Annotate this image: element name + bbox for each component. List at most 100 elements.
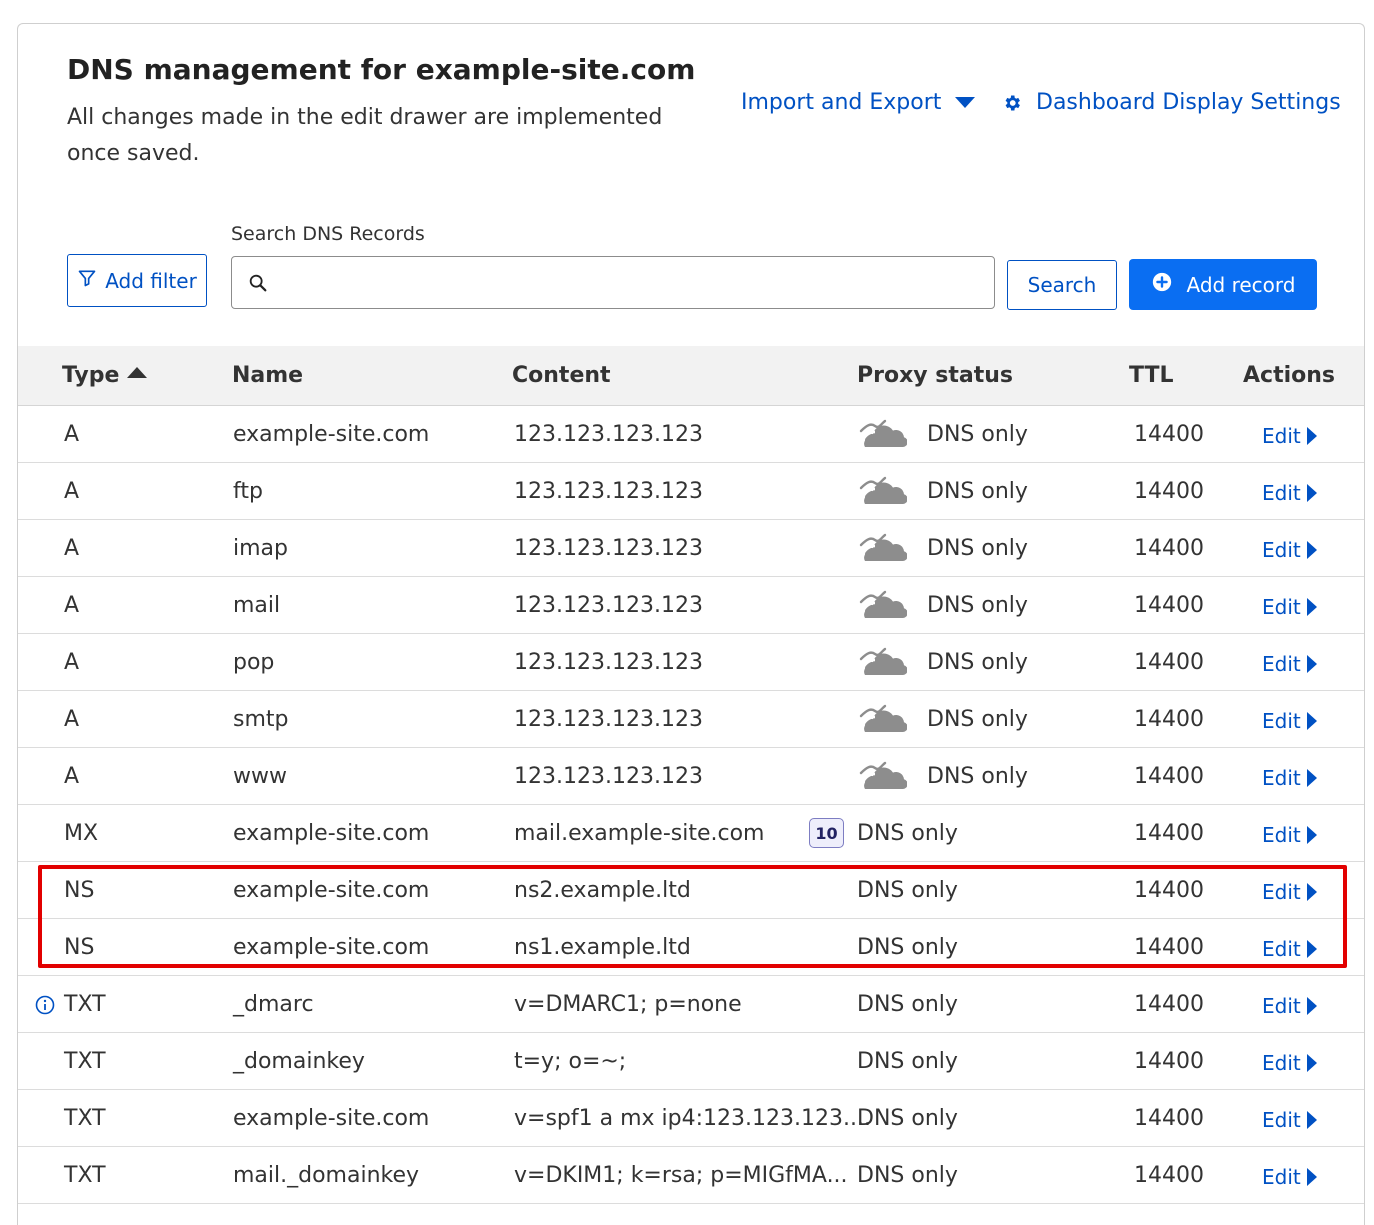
record-name: mail [233,593,281,618]
record-ttl: 14400 [1134,935,1204,960]
record-content: t=y; o=~; [514,1049,627,1074]
record-ttl: 14400 [1134,707,1204,732]
record-name: smtp [233,707,289,732]
edit-record-button[interactable]: Edit [1262,652,1317,676]
edit-record-button[interactable]: Edit [1262,595,1317,619]
proxy-status-label: DNS only [857,934,958,960]
caret-right-icon [1306,940,1317,958]
edit-label: Edit [1262,481,1301,505]
proxy-status: DNS only [857,530,1028,566]
table-row: Apop 123.123.123.123 DNS only 14400 Edit [18,634,1364,691]
record-ttl: 14400 [1134,536,1204,561]
edit-label: Edit [1262,709,1301,733]
edit-record-button[interactable]: Edit [1262,766,1317,790]
table-row: TXT _dmarc v=DMARC1; p=none DNS only 14400 Ed… [18,976,1364,1033]
dns-only-cloud-icon [857,704,907,734]
edit-label: Edit [1262,1165,1301,1189]
dns-only-cloud-icon [857,476,907,506]
proxy-status-label: DNS only [927,649,1028,675]
record-content: 123.123.123.123 [514,650,703,675]
proxy-status: DNS only [857,473,1028,509]
edit-record-button[interactable]: Edit [1262,1051,1317,1075]
caret-right-icon [1306,1111,1317,1129]
record-name: _dmarc [233,992,314,1017]
record-content: v=DMARC1; p=none [514,992,742,1017]
record-ttl: 14400 [1134,878,1204,903]
edit-label: Edit [1262,1051,1301,1075]
edit-label: Edit [1262,538,1301,562]
edit-record-button[interactable]: Edit [1262,481,1317,505]
column-header-ttl: TTL [1129,363,1174,388]
edit-record-button[interactable]: Edit [1262,538,1317,562]
edit-label: Edit [1262,766,1301,790]
column-header-name: Name [232,363,304,388]
caret-right-icon [1306,997,1317,1015]
search-label: Search DNS Records [231,223,425,245]
dns-records-table-body: Aexample-site.com 123.123.123.123 DNS only… [18,406,1364,1204]
record-type: A [64,650,80,675]
record-name: example-site.com [233,821,430,846]
edit-label: Edit [1262,595,1301,619]
caret-right-icon [1306,541,1317,559]
dashboard-display-settings-link[interactable]: Dashboard Display Settings [1002,90,1341,115]
edit-record-button[interactable]: Edit [1262,1108,1317,1132]
proxy-status-label: DNS only [857,1105,958,1131]
import-export-label: Import and Export [741,90,942,115]
add-filter-button[interactable]: Add filter [67,254,207,307]
dns-management-card: DNS management for example-site.com All … [17,23,1365,1225]
record-type: A [64,593,80,618]
proxy-status: DNS only [857,1100,958,1136]
edit-record-button[interactable]: Edit [1262,937,1317,961]
proxy-status-label: DNS only [927,763,1028,789]
table-row: MX example-site.com mail.example-site.com 1… [18,805,1364,862]
record-type: A [64,764,80,789]
record-ttl: 14400 [1134,650,1204,675]
record-name: mail._domainkey [233,1163,420,1188]
proxy-status-label: DNS only [857,991,958,1017]
dns-only-cloud-icon [857,647,907,677]
record-type: NS [64,935,95,960]
column-header-type[interactable]: Type [62,363,148,388]
table-row: Amail 123.123.123.123 DNS only 14400 Edit [18,577,1364,634]
table-row: Awww 123.123.123.123 DNS only 14400 Edit [18,748,1364,805]
edit-record-button[interactable]: Edit [1262,424,1317,448]
search-input[interactable] [279,257,994,308]
table-row: NS example-site.com ns1.example.ltd DNS onl… [18,919,1364,976]
caret-right-icon [1306,598,1317,616]
table-row: TXT mail._domainkey v=DKIM1; k=rsa; p=MIGf… [18,1147,1364,1204]
record-type: TXT [64,1163,106,1188]
edit-label: Edit [1262,652,1301,676]
edit-record-button[interactable]: Edit [1262,823,1317,847]
record-name: example-site.com [233,935,430,960]
display-settings-label: Dashboard Display Settings [1036,90,1341,115]
proxy-status-label: DNS only [927,421,1028,447]
info-icon[interactable] [35,995,55,1015]
proxy-status: DNS only [857,701,1028,737]
edit-record-button[interactable]: Edit [1262,709,1317,733]
caret-right-icon [1306,826,1317,844]
import-export-dropdown[interactable]: Import and Export [741,90,976,115]
proxy-status-label: DNS only [857,1048,958,1074]
edit-record-button[interactable]: Edit [1262,1165,1317,1189]
search-button[interactable]: Search [1007,260,1117,310]
record-ttl: 14400 [1134,992,1204,1017]
record-ttl: 14400 [1134,1049,1204,1074]
record-type: A [64,479,80,504]
caret-down-icon [955,97,976,108]
edit-record-button[interactable]: Edit [1262,880,1317,904]
record-content: 123.123.123.123 [514,479,703,504]
page-title: DNS management for example-site.com [67,53,695,86]
record-ttl: 14400 [1134,593,1204,618]
record-name: imap [233,536,288,561]
edit-record-button[interactable]: Edit [1262,994,1317,1018]
column-header-actions: Actions [1243,363,1335,388]
edit-label: Edit [1262,937,1301,961]
search-box [231,256,995,309]
add-record-button[interactable]: Add record [1129,259,1317,310]
proxy-status-label: DNS only [927,706,1028,732]
record-content: 123.123.123.123 [514,593,703,618]
record-name: example-site.com [233,422,430,447]
record-content: ns2.example.ltd [514,878,691,903]
proxy-status: DNS only [857,815,958,851]
plus-circle-icon [1151,271,1173,298]
